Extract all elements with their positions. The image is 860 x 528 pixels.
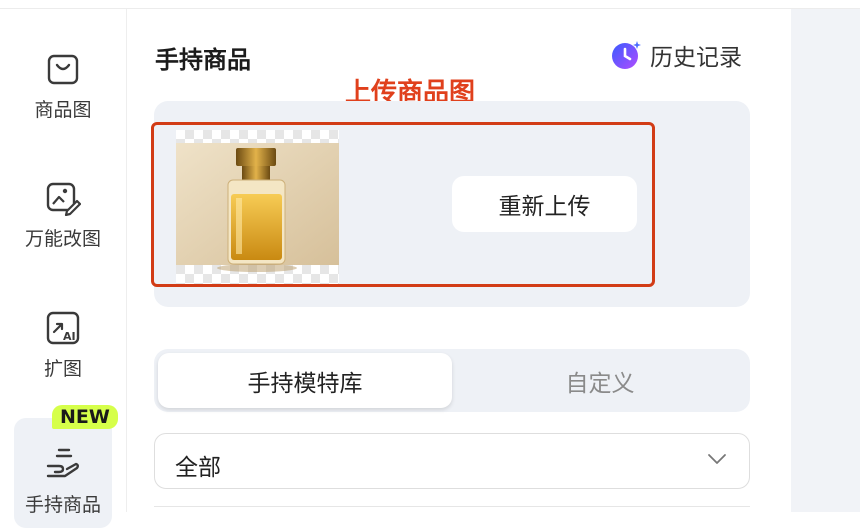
new-badge: NEW bbox=[52, 405, 118, 429]
tab-custom[interactable]: 自定义 bbox=[454, 353, 746, 408]
right-panel-edge bbox=[791, 9, 860, 512]
hand-holding-icon bbox=[46, 448, 79, 478]
sidebar-item-label: 手持商品 bbox=[24, 494, 101, 516]
history-moon-icon bbox=[612, 41, 641, 69]
sidebar: 商品图 万能改图 AI 扩图 手持商品 bbox=[0, 9, 127, 528]
select-value: 全部 bbox=[175, 455, 221, 481]
ai-expand-icon: AI bbox=[46, 311, 80, 345]
page-title: 手持商品 bbox=[155, 46, 251, 74]
sidebar-item-label: 商品图 bbox=[34, 99, 92, 121]
reupload-button[interactable]: 重新上传 bbox=[452, 176, 637, 232]
chevron-down-icon bbox=[708, 454, 726, 464]
model-tabs: 手持模特库 自定义 bbox=[154, 349, 750, 412]
svg-text:AI: AI bbox=[63, 330, 76, 343]
top-border bbox=[0, 0, 860, 9]
sidebar-item-label: 扩图 bbox=[43, 358, 82, 380]
sidebar-item-expand[interactable]: AI 扩图 bbox=[14, 310, 112, 381]
sidebar-item-label: 万能改图 bbox=[24, 228, 101, 250]
tab-hand-model-library[interactable]: 手持模特库 bbox=[158, 353, 452, 408]
history-button[interactable]: 历史记录 bbox=[610, 38, 742, 72]
sidebar-item-product-image[interactable]: 商品图 bbox=[14, 51, 112, 122]
shopping-bag-icon bbox=[47, 54, 79, 85]
sidebar-item-image-edit[interactable]: 万能改图 bbox=[14, 180, 112, 251]
history-label: 历史记录 bbox=[650, 45, 742, 71]
image-edit-icon bbox=[46, 182, 81, 216]
category-select[interactable]: 全部 bbox=[154, 433, 750, 489]
